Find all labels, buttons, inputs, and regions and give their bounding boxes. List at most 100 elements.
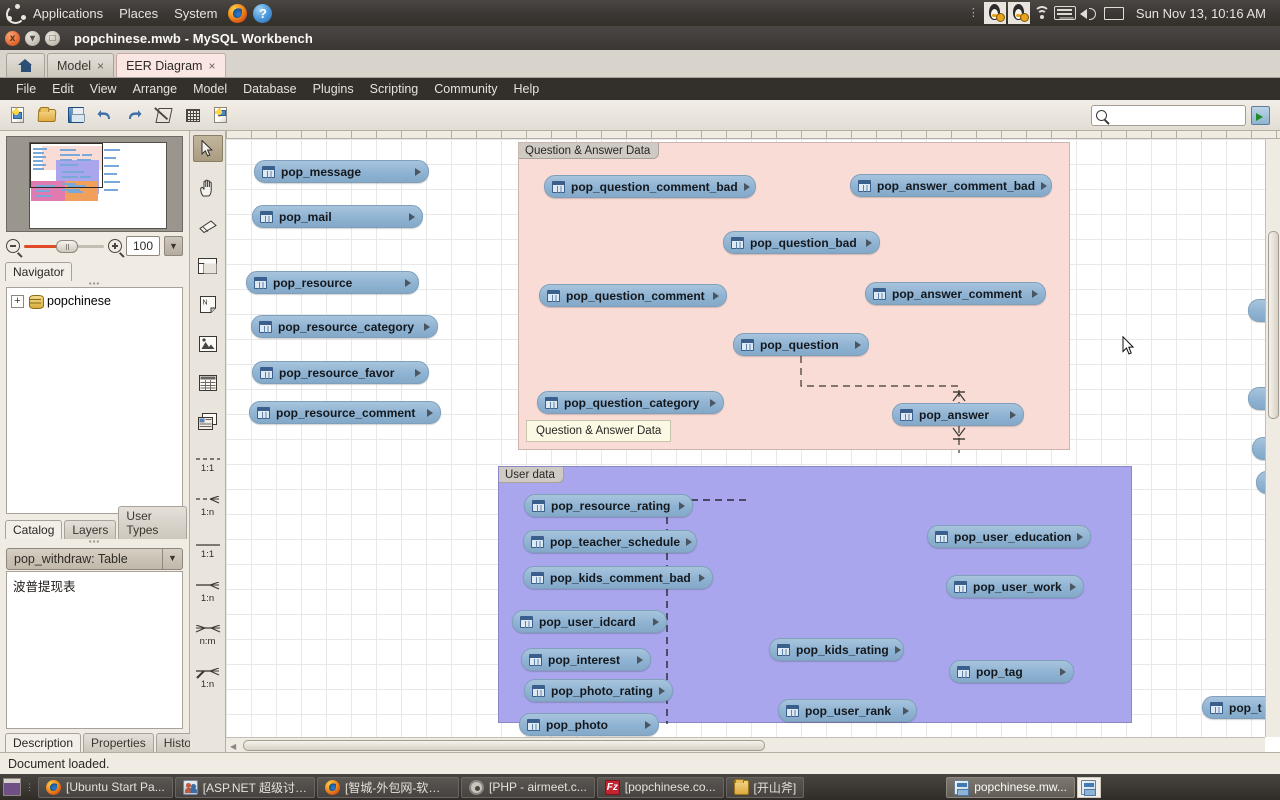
note-object[interactable]: Question & Answer Data	[526, 420, 672, 442]
table-node[interactable]: pop_question_comment	[539, 284, 727, 307]
zoom-out-icon[interactable]	[6, 239, 20, 253]
taskbar-item-aspnet[interactable]: [ASP.NET 超级讨…	[174, 776, 315, 798]
tab-description[interactable]: Description	[5, 733, 82, 752]
relationship-n-m[interactable]: n:m	[193, 619, 223, 653]
clock[interactable]: Sun Nov 13, 10:16 AM	[1130, 6, 1272, 21]
relationship-1-n-identifying[interactable]: 1:n	[193, 490, 223, 524]
expand-triangle-icon[interactable]	[1032, 289, 1038, 298]
expand-triangle-icon[interactable]	[415, 368, 421, 377]
table-node[interactable]: pop_question_bad	[723, 231, 880, 254]
keyboard-icon[interactable]	[1053, 6, 1076, 20]
navigator-viewport[interactable]	[30, 143, 103, 188]
tab-navigator[interactable]: Navigator	[5, 262, 73, 281]
expand-triangle-icon[interactable]	[409, 212, 415, 221]
table-node[interactable]: pop_resource_rating	[524, 494, 693, 517]
table-node-clipped[interactable]	[1256, 471, 1265, 494]
qq-icon[interactable]	[1007, 2, 1030, 24]
taskbar-item-filezilla[interactable]: Fz [popchinese.co...	[596, 776, 724, 798]
mail-icon[interactable]	[1103, 6, 1124, 20]
table-node[interactable]: pop_question_comment_bad	[544, 175, 756, 198]
eer-diagram-canvas[interactable]: pop_message pop_mail pop_resource pop_re…	[226, 139, 1265, 737]
table-node-clipped[interactable]	[1248, 299, 1265, 322]
expand-triangle-icon[interactable]	[424, 322, 430, 331]
table-node[interactable]: pop_question_category	[537, 391, 724, 414]
table-node[interactable]: pop_resource_category	[251, 315, 438, 338]
show-desktop-icon[interactable]	[3, 778, 21, 796]
undo-arrow-icon[interactable]	[95, 105, 115, 125]
window-maximize-button[interactable]: □	[45, 30, 60, 46]
layer-icon[interactable]	[193, 252, 223, 279]
open-folder-icon[interactable]	[37, 105, 57, 125]
tab-home[interactable]	[6, 53, 45, 77]
sidebar-splitter-lower[interactable]: ▪▪▪	[0, 538, 189, 546]
tree-row-schema[interactable]: + popchinese	[11, 294, 178, 309]
image-icon[interactable]	[193, 330, 223, 357]
canvas-horizontal-scrollbar[interactable]: ◀	[226, 737, 1265, 752]
menu-community[interactable]: Community	[426, 80, 505, 98]
close-icon[interactable]: ×	[97, 59, 104, 73]
taskbar-item-zhicheng[interactable]: [智城-外包网-软件…	[316, 776, 459, 798]
ubuntu-logo-icon[interactable]	[3, 2, 25, 24]
menu-help[interactable]: Help	[505, 80, 547, 98]
table-icon[interactable]	[193, 369, 223, 396]
layer-user-data[interactable]: User data pop_resource_rating pop_teache…	[498, 466, 1132, 736]
menu-view[interactable]: View	[82, 80, 125, 98]
search-field[interactable]	[1111, 108, 1236, 123]
help-icon[interactable]: ?	[253, 3, 273, 23]
table-node[interactable]: pop_message	[254, 160, 429, 183]
window-minimize-button[interactable]: ▾	[25, 30, 40, 46]
menu-arrange[interactable]: Arrange	[125, 80, 185, 98]
chevron-down-icon[interactable]: ▼	[162, 549, 182, 569]
table-node-clipped[interactable]: pop_t	[1202, 696, 1265, 719]
expand-triangle-icon[interactable]	[866, 238, 872, 247]
taskbar-item-ubuntu-start[interactable]: [Ubuntu Start Pa...	[38, 776, 173, 798]
taskbar-item-workbench[interactable]: popchinese.mw...	[946, 776, 1075, 798]
zoom-slider[interactable]	[24, 240, 104, 253]
go-arrow-icon[interactable]	[1251, 106, 1270, 125]
selected-object-dropdown[interactable]: pop_withdraw: Table ▼	[6, 548, 183, 570]
expand-triangle-icon[interactable]	[645, 720, 651, 729]
expand-triangle-icon[interactable]	[699, 573, 705, 582]
table-node[interactable]: pop_user_rank	[778, 699, 917, 722]
menu-database[interactable]: Database	[235, 80, 305, 98]
table-node[interactable]: pop_interest	[521, 648, 651, 671]
zoom-value[interactable]: 100	[126, 236, 160, 256]
window-close-button[interactable]: x	[5, 30, 20, 46]
expand-triangle-icon[interactable]	[415, 167, 421, 176]
eraser-icon[interactable]	[193, 213, 223, 240]
table-node[interactable]: pop_resource_comment	[249, 401, 441, 424]
expand-triangle-icon[interactable]	[1041, 181, 1048, 190]
taskbar-item-php-airmeet[interactable]: [PHP - airmeet.c...	[460, 776, 595, 798]
table-node[interactable]: pop_answer_comment_bad	[850, 174, 1052, 197]
table-node[interactable]: pop_resource	[246, 271, 419, 294]
expand-triangle-icon[interactable]	[1077, 532, 1084, 541]
relationship-1-1-identifying[interactable]: 1:1	[193, 447, 223, 481]
taskbar-item-kaishanfu[interactable]: [开山斧]	[725, 776, 805, 798]
table-node[interactable]: pop_question	[733, 333, 869, 356]
no-edit-icon[interactable]	[153, 105, 173, 125]
tab-catalog[interactable]: Catalog	[5, 520, 63, 539]
tab-eer-diagram[interactable]: EER Diagram ×	[116, 53, 226, 77]
relationship-1-n-non-identifying[interactable]: 1:n	[193, 576, 223, 610]
table-node[interactable]: pop_user_idcard	[512, 610, 667, 633]
firefox-icon[interactable]	[228, 3, 248, 23]
cursor-arrow-icon[interactable]	[192, 135, 223, 162]
expand-triangle-icon[interactable]	[1070, 582, 1076, 591]
zoom-in-icon[interactable]	[108, 239, 122, 253]
table-node[interactable]: pop_answer	[892, 403, 1024, 426]
close-icon[interactable]: ×	[208, 59, 215, 73]
new-document-icon[interactable]	[8, 105, 28, 125]
taskbar-tray-workbench[interactable]	[1076, 776, 1101, 798]
catalog-tree[interactable]: + popchinese	[6, 287, 183, 514]
redo-arrow-icon[interactable]	[124, 105, 144, 125]
table-node[interactable]: pop_teacher_schedule	[523, 530, 697, 553]
view-icon[interactable]	[193, 408, 223, 435]
expand-triangle-icon[interactable]	[679, 501, 685, 510]
table-node[interactable]: pop_kids_rating	[769, 638, 904, 661]
panel-menu-system[interactable]: System	[166, 3, 225, 24]
table-node[interactable]: pop_photo	[519, 713, 659, 736]
expand-triangle-icon[interactable]	[710, 398, 716, 407]
hand-icon[interactable]	[193, 174, 223, 201]
relationship-pick[interactable]: 1:n	[193, 662, 223, 696]
scroll-left-icon[interactable]: ◀	[230, 742, 236, 751]
